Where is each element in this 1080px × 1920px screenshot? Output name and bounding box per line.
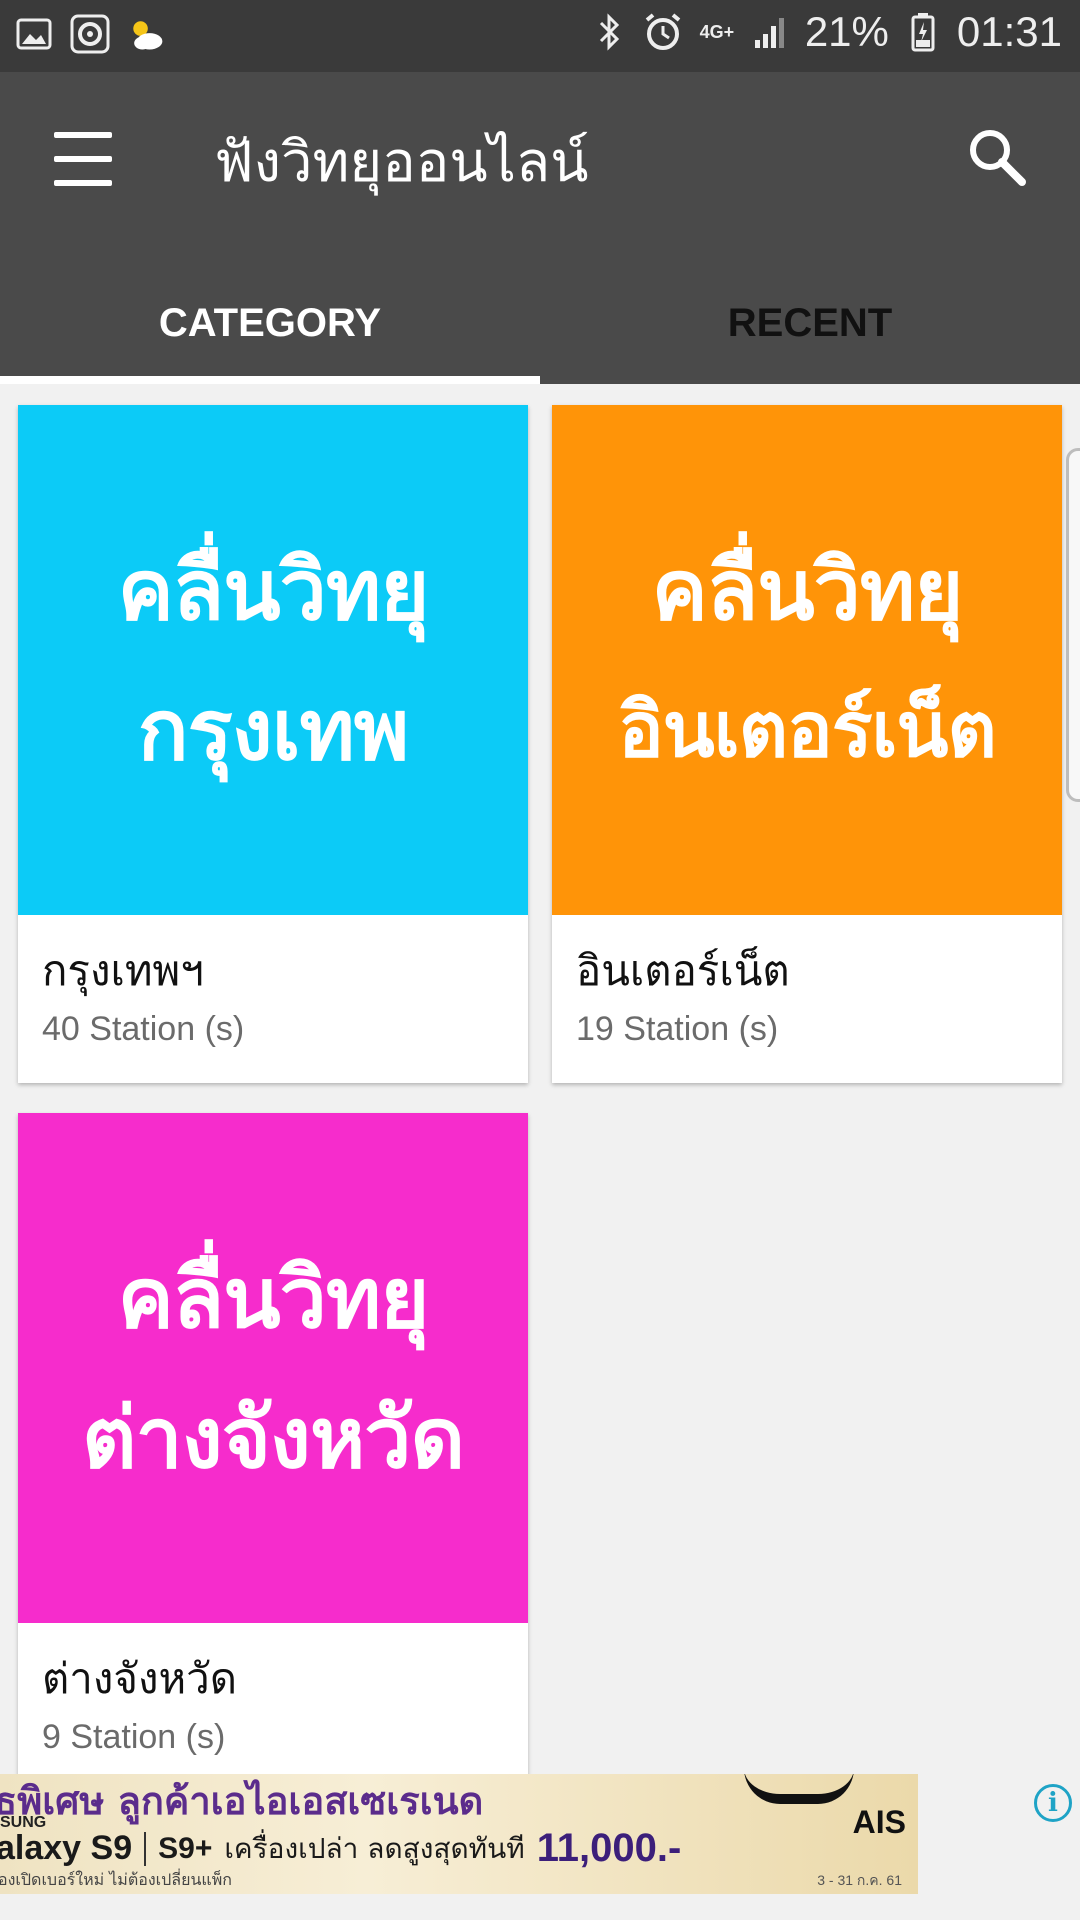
card-body: ต่างจังหวัด 9 Station (s): [18, 1623, 528, 1774]
signal-icon: [751, 10, 791, 54]
network-4g-icon: 4G+: [699, 22, 735, 42]
category-image: คลื่นวิทยุ ต่างจังหวัด: [18, 1113, 528, 1623]
category-grid: คลื่นวิทยุ กรุงเทพ กรุงเทพฯ 40 Station (…: [0, 384, 1080, 1774]
ad-banner[interactable]: ธพิเศษ ลูกค้าเอไอเอสเซเรเนด SUNG alaxy S…: [0, 1774, 918, 1894]
clock: 01:31: [956, 8, 1062, 55]
station-count: 40 Station (s): [42, 1010, 245, 1048]
category-title: ต่างจังหวัด: [42, 1654, 238, 1703]
tab-bar: CATEGORY RECENT: [0, 262, 1080, 384]
image-line2: ต่างจังหวัด: [81, 1389, 465, 1487]
status-bar: 4G+ 21% 01:31: [0, 0, 1080, 72]
ad-area: ธพิเศษ ลูกค้าเอไอเอสเซเรเนด SUNG alaxy S…: [0, 1774, 1080, 1920]
battery-percent: 21%: [804, 8, 889, 55]
app-bar: ฟังวิทยุออนไลน์ CATEGORY RECENT: [0, 72, 1080, 384]
ad-model-plus: S9+: [158, 1831, 213, 1865]
ad-logo-swoosh: [744, 1774, 854, 1804]
alarm-icon: [643, 10, 683, 54]
card-body: กรุงเทพฯ 40 Station (s): [18, 915, 528, 1083]
record-icon: [70, 12, 110, 56]
category-card-province[interactable]: คลื่นวิทยุ ต่างจังหวัด ต่างจังหวัด 9 Sta…: [18, 1113, 528, 1774]
status-left-icons: [14, 12, 166, 56]
status-right-icons: 4G+ 21% 01:31: [589, 8, 1062, 56]
ad-offer-row: alaxy S9 S9+ เครื่องเปล่า ลดสูงสุดทันที …: [0, 1826, 681, 1871]
ad-price: 11,000.-: [536, 1826, 682, 1870]
image-line2: กรุงเทพ: [137, 681, 409, 779]
tab-category-label: CATEGORY: [158, 300, 382, 345]
search-icon[interactable]: [966, 126, 1026, 196]
category-card-internet[interactable]: คลื่นวิทยุ อินเตอร์เน็ต อินเตอร์เน็ต 19 …: [552, 405, 1062, 1083]
info-icon[interactable]: i: [1034, 1784, 1072, 1822]
weather-icon: [126, 12, 166, 56]
ad-logo: AIS: [852, 1804, 906, 1840]
image-line1: คลื่นวิทยุ: [117, 1249, 430, 1347]
tab-category[interactable]: CATEGORY: [0, 262, 540, 384]
image-icon: [14, 12, 54, 56]
station-count: 9 Station (s): [42, 1718, 226, 1756]
ad-model: alaxy S9: [0, 1829, 133, 1867]
category-card-bangkok[interactable]: คลื่นวิทยุ กรุงเทพ กรุงเทพฯ 40 Station (…: [18, 405, 528, 1083]
ad-offer: เครื่องเปล่า ลดสูงสุดทันที: [224, 1831, 525, 1865]
category-title: อินเตอร์เน็ต: [576, 946, 790, 995]
tab-recent[interactable]: RECENT: [540, 262, 1080, 384]
image-line2: อินเตอร์เน็ต: [618, 685, 997, 774]
hamburger-icon[interactable]: [54, 132, 112, 192]
category-title: กรุงเทพฯ: [42, 946, 204, 995]
ad-date: 3 - 31 ก.ค. 61: [817, 1872, 902, 1888]
station-count: 19 Station (s): [576, 1010, 779, 1048]
page-title: ฟังวิทยุออนไลน์: [214, 130, 589, 195]
tab-indicator: [0, 376, 540, 384]
image-line1: คลื่นวิทยุ: [117, 541, 430, 639]
bluetooth-icon: [589, 10, 629, 54]
ad-headline: ธพิเศษ ลูกค้าเอไอเอสเซเรเนด: [0, 1779, 484, 1823]
card-body: อินเตอร์เน็ต 19 Station (s): [552, 915, 1062, 1083]
ad-separator: [144, 1831, 147, 1866]
tab-recent-label: RECENT: [727, 300, 893, 345]
category-image: คลื่นวิทยุ กรุงเทพ: [18, 405, 528, 915]
battery-icon: [903, 10, 943, 54]
image-line1: คลื่นวิทยุ: [651, 541, 964, 639]
ad-fineprint: องเปิดเบอร์ใหม่ ไม่ต้องเปลี่ยนแพ็ก: [0, 1870, 232, 1889]
category-image: คลื่นวิทยุ อินเตอร์เน็ต: [552, 405, 1062, 915]
fast-scroll-handle[interactable]: [1066, 448, 1080, 802]
